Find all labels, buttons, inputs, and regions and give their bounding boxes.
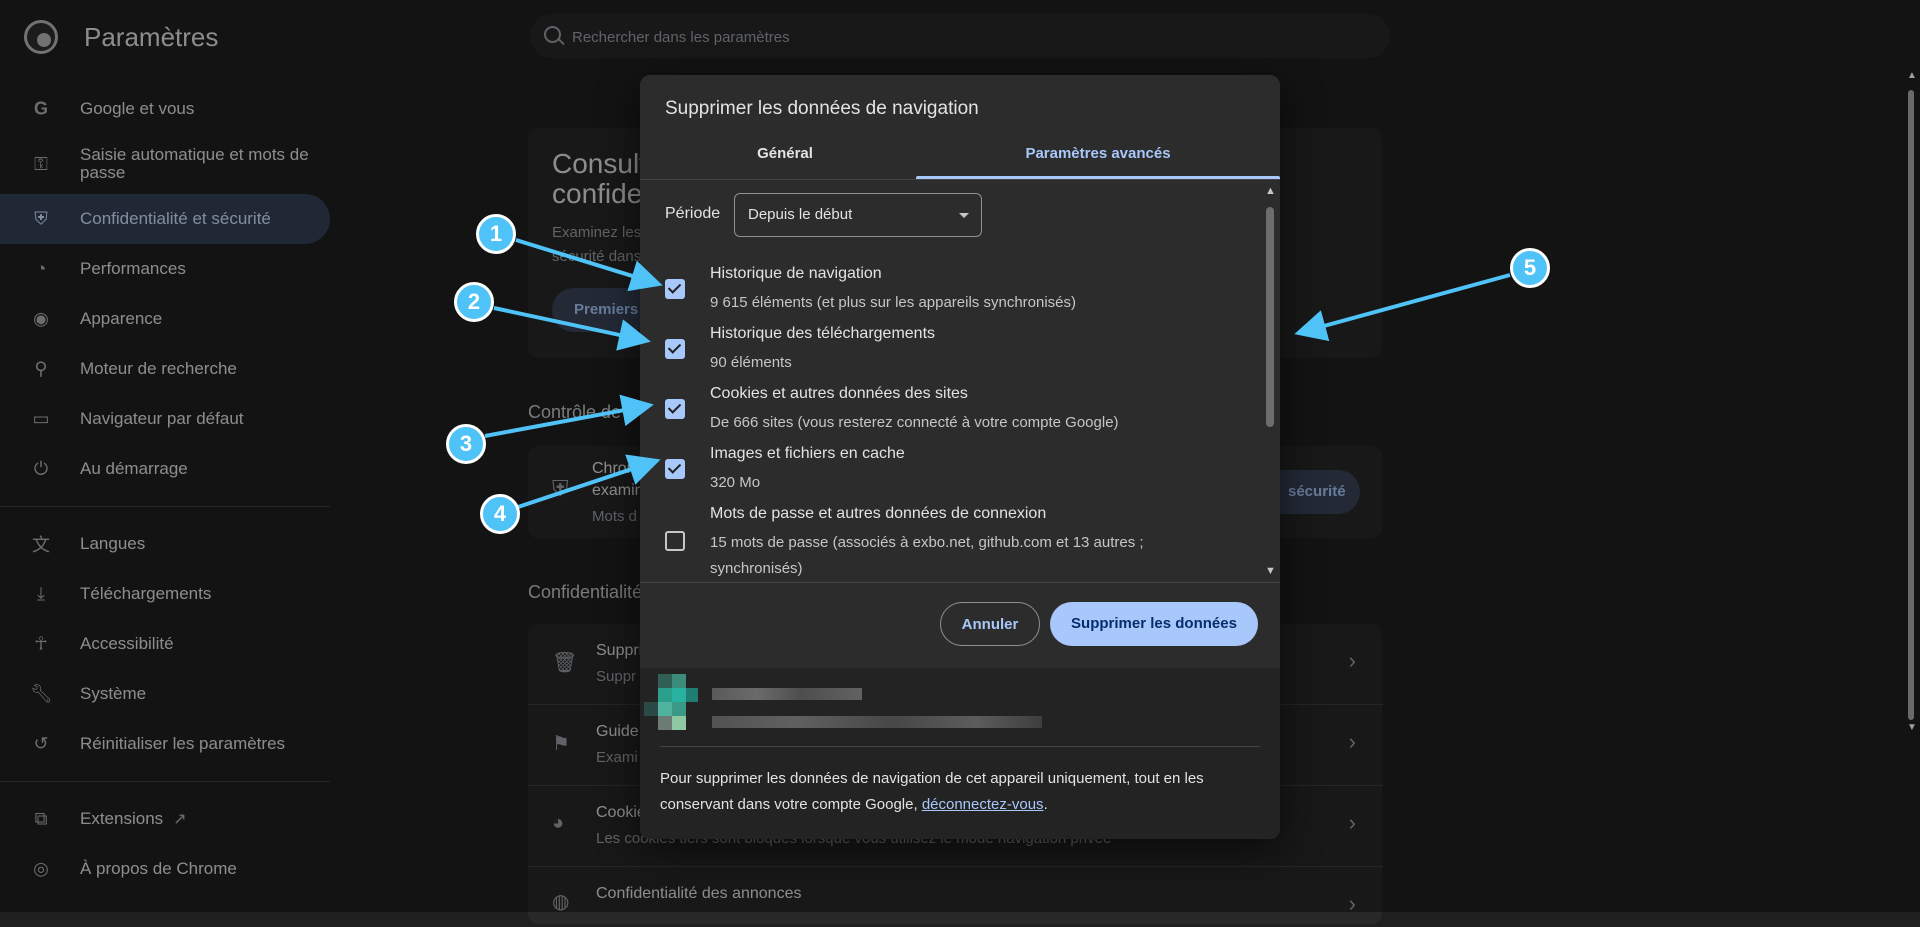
arrow-1 bbox=[515, 238, 663, 292]
arrow-5 bbox=[1294, 273, 1511, 342]
arrow-4 bbox=[517, 454, 661, 509]
annotation-arrows bbox=[484, 238, 1511, 509]
annotation-marker-1: 1 bbox=[476, 214, 516, 254]
arrow-2 bbox=[493, 306, 651, 351]
arrow-3 bbox=[484, 394, 654, 438]
annotation-marker-2: 2 bbox=[454, 282, 494, 322]
annotation-marker-3: 3 bbox=[446, 424, 486, 464]
annotation-marker-5: 5 bbox=[1510, 248, 1550, 288]
annotation-marker-4: 4 bbox=[480, 494, 520, 534]
